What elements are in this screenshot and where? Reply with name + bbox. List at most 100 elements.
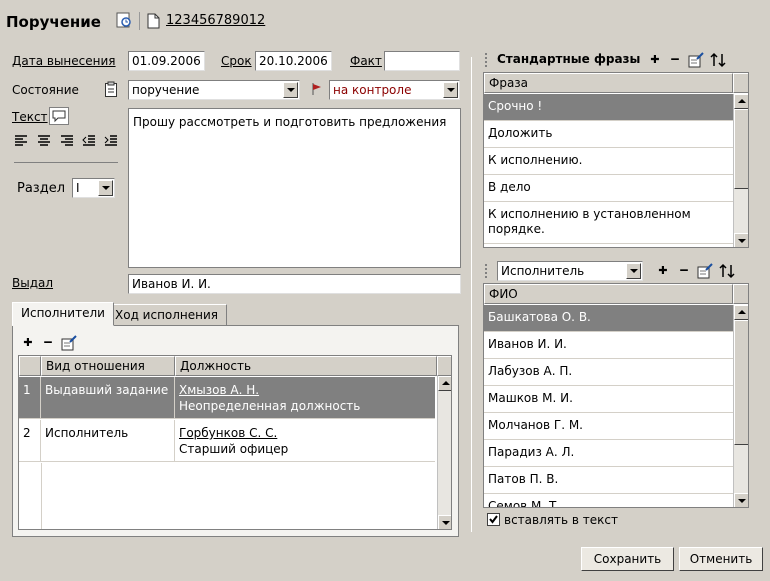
chevron-down-icon[interactable]: [626, 263, 641, 279]
grip-handle[interactable]: [485, 264, 492, 278]
align-right-icon[interactable]: [60, 135, 74, 147]
text-label[interactable]: Текст: [12, 110, 48, 124]
scroll-up-icon[interactable]: [734, 305, 748, 320]
phrases-list: Фраза Срочно ! Доложить К исполнению. В …: [483, 72, 749, 248]
list-item[interactable]: Патов П. В.: [484, 467, 733, 494]
document-number-link[interactable]: 123456789012: [166, 13, 265, 28]
date-input[interactable]: 01.09.2006: [128, 51, 205, 71]
row-position: Старший офицер: [179, 442, 289, 456]
divider: [14, 162, 118, 163]
column-header-relation[interactable]: Вид отношения: [41, 356, 175, 376]
table-row[interactable]: 1 Выдавший задание Хмызов А. Н. Неопреде…: [19, 377, 435, 419]
row-number: 2: [19, 420, 41, 462]
executors-grid: Вид отношения Должность 1 Выдавший задан…: [18, 355, 452, 530]
insert-checkbox[interactable]: [487, 513, 500, 526]
tab-executors[interactable]: Исполнители: [12, 302, 114, 326]
state-select-value: поручение: [132, 83, 200, 97]
align-center-icon[interactable]: [37, 135, 51, 147]
edit-phrase-icon[interactable]: [688, 52, 704, 68]
list-item[interactable]: Башкатова О. В.: [484, 305, 733, 332]
list-item[interactable]: Срочно !: [484, 94, 733, 121]
indent-icon[interactable]: [104, 135, 118, 147]
list-item[interactable]: Иванов И. И.: [484, 332, 733, 359]
flag-icon: [311, 82, 323, 96]
term-label[interactable]: Срок: [221, 54, 252, 68]
section-select-value: I: [76, 181, 80, 195]
people-filter-value: Исполнитель: [501, 264, 585, 278]
fact-input[interactable]: [384, 51, 460, 71]
phrases-column-header[interactable]: Фраза: [484, 73, 733, 93]
align-left-icon[interactable]: [14, 135, 28, 147]
scroll-thumb[interactable]: [734, 320, 748, 445]
issued-label[interactable]: Выдал: [12, 276, 53, 290]
scroll-down-icon[interactable]: [438, 515, 451, 529]
row-relation: Выдавший задание: [41, 377, 175, 419]
list-item[interactable]: Лабузов А. П.: [484, 359, 733, 386]
checkmark-icon: [489, 515, 498, 524]
issued-input[interactable]: Иванов И. И.: [128, 274, 461, 294]
save-button[interactable]: Сохранить: [581, 547, 674, 571]
list-item[interactable]: К исполнению.: [484, 148, 733, 175]
column-header-position[interactable]: Должность: [175, 356, 437, 376]
phrases-scrollbar[interactable]: [733, 94, 748, 247]
list-item[interactable]: Молчанов Г. М.: [484, 413, 733, 440]
scroll-up-icon[interactable]: [734, 94, 748, 109]
cancel-button[interactable]: Отменить: [679, 547, 763, 571]
table-row[interactable]: 2 Исполнитель Горбунков С. С. Старший оф…: [19, 420, 435, 462]
list-item[interactable]: К исполнению в установленном порядке.: [484, 202, 733, 244]
list-item[interactable]: Доложить: [484, 121, 733, 148]
text-area-value: Прошу рассмотреть и подготовить предложе…: [133, 115, 447, 129]
row-number: 1: [19, 377, 41, 419]
sort-people-icon[interactable]: [718, 263, 736, 279]
chevron-down-icon[interactable]: [283, 82, 298, 98]
people-filter-select[interactable]: Исполнитель: [497, 261, 643, 281]
speech-bubble-icon[interactable]: [49, 107, 69, 125]
scroll-thumb[interactable]: [734, 109, 748, 189]
date-label[interactable]: Дата вынесения: [12, 54, 116, 68]
outdent-icon[interactable]: [82, 135, 96, 147]
term-input[interactable]: 20.10.2006: [255, 51, 332, 71]
phrases-header-corner: [733, 73, 748, 93]
people-column-header[interactable]: ФИО: [484, 284, 733, 304]
state-select[interactable]: поручение: [128, 80, 300, 100]
row-name-link[interactable]: Хмызов А. Н.: [179, 382, 433, 398]
control-select[interactable]: на контроле: [329, 80, 460, 100]
executors-scrollbar[interactable]: [437, 376, 451, 529]
remove-phrase-icon[interactable]: [668, 53, 682, 67]
scroll-up-icon[interactable]: [438, 376, 451, 391]
chevron-down-icon[interactable]: [443, 82, 458, 98]
refresh-icon[interactable]: [116, 12, 132, 28]
section-select[interactable]: I: [72, 178, 115, 198]
phrases-title: Стандартные фразы: [497, 52, 641, 66]
insert-label: вставлять в текст: [504, 513, 618, 527]
edit-icon[interactable]: [61, 335, 77, 351]
people-scrollbar[interactable]: [733, 305, 748, 507]
list-item[interactable]: В дело: [484, 175, 733, 202]
sort-phrases-icon[interactable]: [709, 52, 727, 68]
grip-handle[interactable]: [485, 53, 492, 67]
chevron-down-icon[interactable]: [98, 180, 113, 196]
header-divider: [139, 12, 140, 30]
list-item[interactable]: Машков М. И.: [484, 386, 733, 413]
row-position: Неопределенная должность: [179, 399, 361, 413]
control-select-value: на контроле: [333, 83, 412, 97]
people-list: ФИО Башкатова О. В. Иванов И. И. Лабузов…: [483, 283, 749, 508]
text-area[interactable]: Прошу рассмотреть и подготовить предложе…: [128, 108, 461, 268]
add-icon[interactable]: [21, 336, 35, 350]
scroll-down-icon[interactable]: [734, 233, 748, 247]
edit-person-icon[interactable]: [697, 263, 713, 279]
add-person-icon[interactable]: [656, 264, 670, 278]
clipboard-icon[interactable]: [104, 81, 118, 97]
relation-column-line: [41, 463, 42, 529]
list-item[interactable]: Семов М. Т.: [484, 494, 733, 507]
fact-label[interactable]: Факт: [350, 54, 382, 68]
column-header-num[interactable]: [19, 356, 41, 376]
list-item[interactable]: Парадиз А. Л.: [484, 440, 733, 467]
row-name-link[interactable]: Горбунков С. С.: [179, 425, 433, 441]
remove-icon[interactable]: [41, 336, 55, 350]
scroll-down-icon[interactable]: [734, 493, 748, 507]
remove-person-icon[interactable]: [677, 264, 691, 278]
add-phrase-icon[interactable]: [648, 53, 662, 67]
tab-progress[interactable]: Ход исполнения: [106, 304, 228, 326]
page-title: Поручение: [6, 13, 101, 31]
